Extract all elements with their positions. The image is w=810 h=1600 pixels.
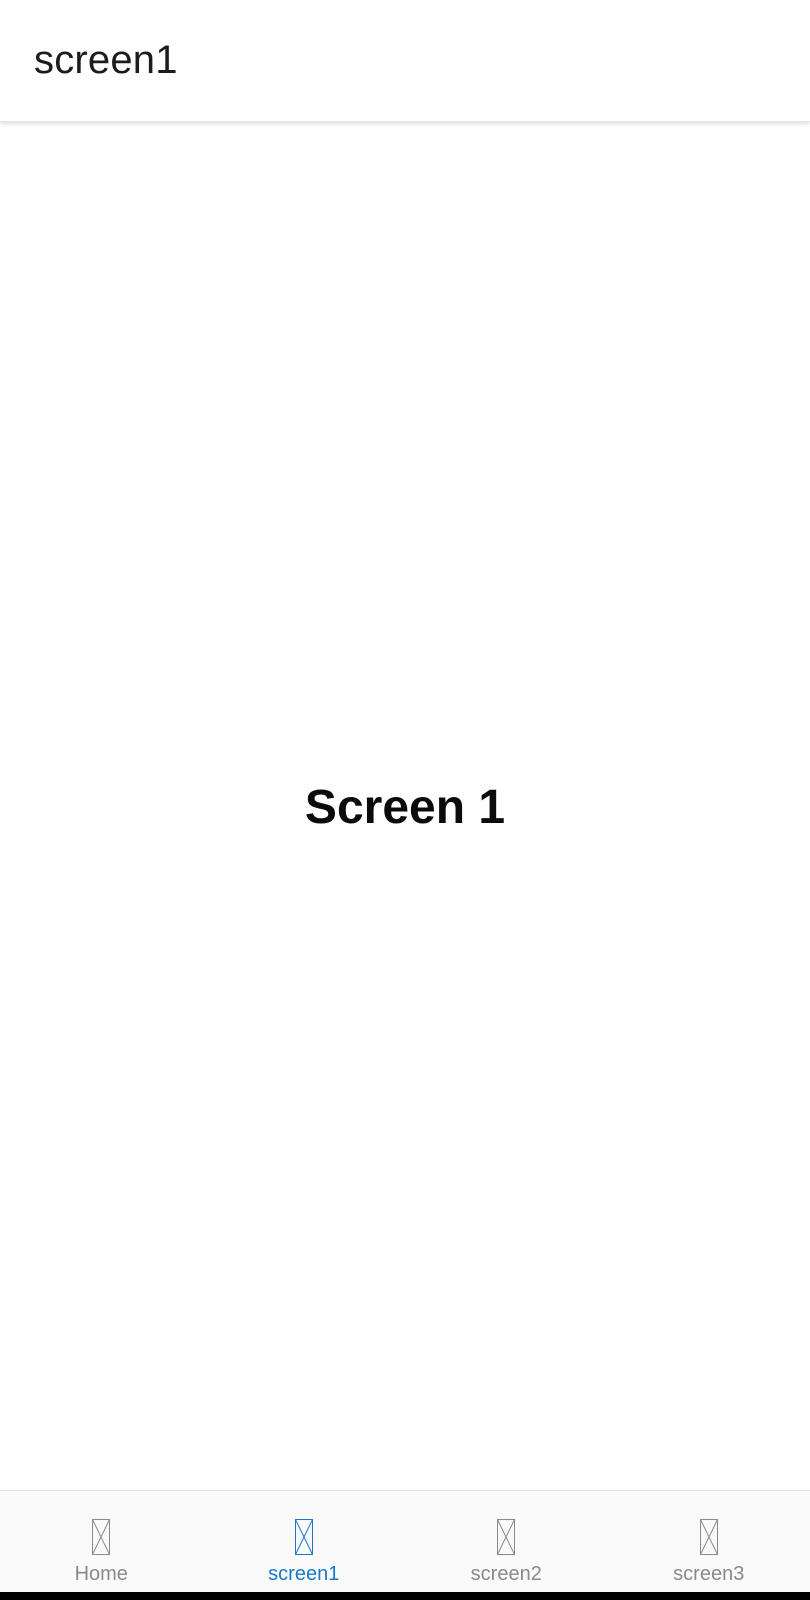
tab-home[interactable]: Home — [0, 1491, 203, 1592]
placeholder-image-icon — [92, 1519, 111, 1555]
app-bar: screen1 — [0, 0, 810, 122]
main-content: Screen 1 — [0, 122, 810, 1490]
bottom-tab-bar: Home screen1 screen2 screen3 — [0, 1490, 810, 1592]
placeholder-image-icon — [699, 1519, 718, 1555]
placeholder-image-icon — [497, 1519, 516, 1555]
tab-label: screen2 — [470, 1563, 542, 1585]
system-nav-strip — [0, 1592, 810, 1600]
tab-label: screen1 — [268, 1563, 340, 1585]
page-title: screen1 — [34, 38, 178, 82]
tab-label: Home — [74, 1563, 128, 1585]
placeholder-image-icon — [294, 1519, 313, 1555]
tab-label: screen3 — [673, 1563, 745, 1585]
app-root: screen1 Screen 1 Home screen1 screen2 sc… — [0, 0, 810, 1600]
tab-screen2[interactable]: screen2 — [405, 1491, 608, 1592]
tab-screen1[interactable]: screen1 — [203, 1491, 406, 1592]
tab-screen3[interactable]: screen3 — [608, 1491, 810, 1592]
screen-heading: Screen 1 — [304, 781, 506, 834]
